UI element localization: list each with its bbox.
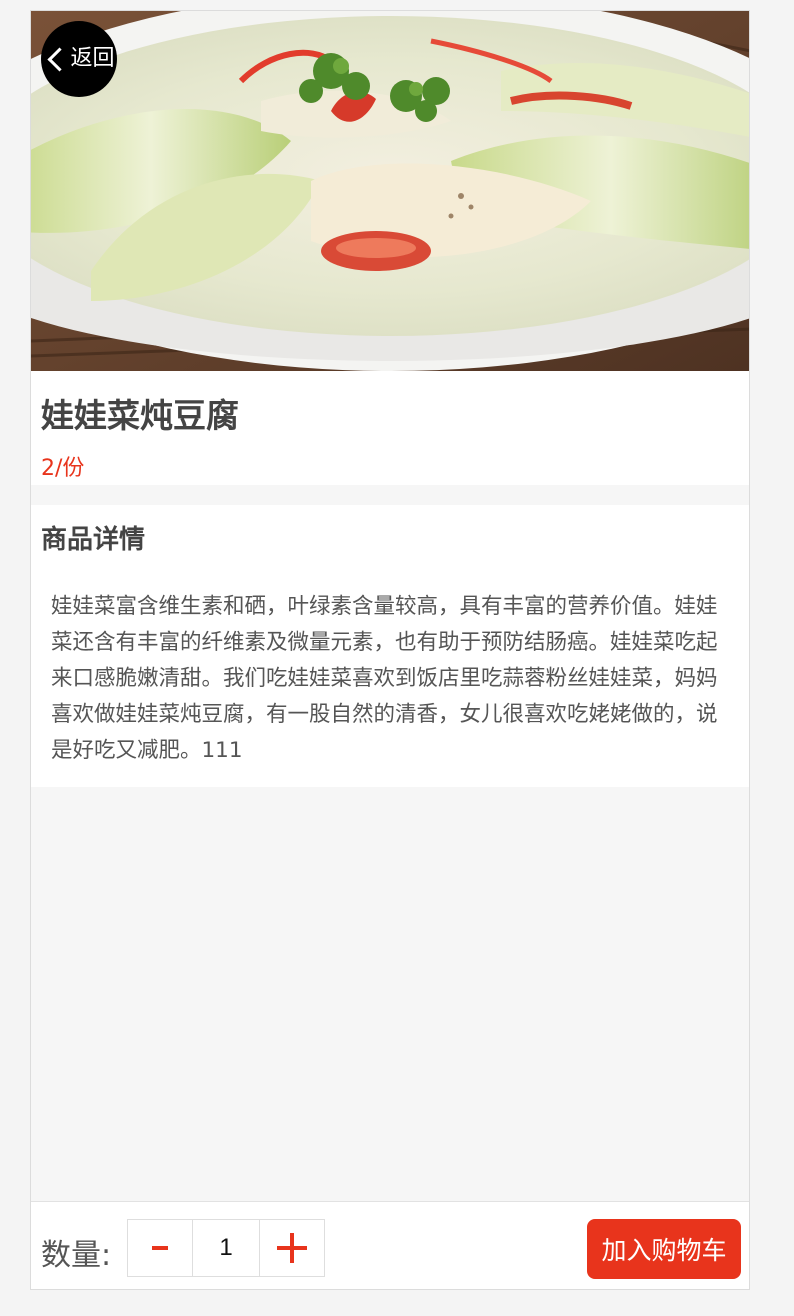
cart-bar: 数量: 1 加入购物车 <box>31 1201 749 1289</box>
back-button[interactable]: 返回 <box>41 21 117 97</box>
product-image: 返回 <box>31 11 749 371</box>
product-price: 2/份 <box>41 456 85 481</box>
product-name: 娃娃菜炖豆腐 <box>41 396 239 435</box>
dish-photo <box>31 11 749 371</box>
product-info: 娃娃菜炖豆腐 2/份 <box>31 371 749 485</box>
minus-icon <box>152 1246 169 1250</box>
chevron-left-icon <box>47 46 73 72</box>
quantity-value: 1 <box>219 1234 233 1261</box>
decrease-quantity-button[interactable] <box>128 1220 194 1276</box>
increase-quantity-button[interactable] <box>258 1220 324 1276</box>
back-button-label: 返回 <box>70 46 115 71</box>
product-detail-section: 商品详情 娃娃菜富含维生素和硒，叶绿素含量较高，具有丰富的营养价值。娃娃菜还含有… <box>31 505 749 787</box>
quantity-value-cell[interactable]: 1 <box>193 1220 258 1276</box>
quantity-stepper: 1 <box>127 1219 325 1277</box>
quantity-label: 数量: <box>41 1238 112 1273</box>
add-to-cart-button[interactable]: 加入购物车 <box>587 1219 741 1279</box>
detail-description: 娃娃菜富含维生素和硒，叶绿素含量较高，具有丰富的营养价值。娃娃菜还含有丰富的纤维… <box>51 594 718 763</box>
detail-heading: 商品详情 <box>41 525 146 555</box>
app-container: 返回 娃娃菜炖豆腐 2/份 商品详情 娃娃菜富含维生素和硒，叶绿素含量较高，具有… <box>30 10 750 1290</box>
plus-icon <box>276 1233 307 1263</box>
